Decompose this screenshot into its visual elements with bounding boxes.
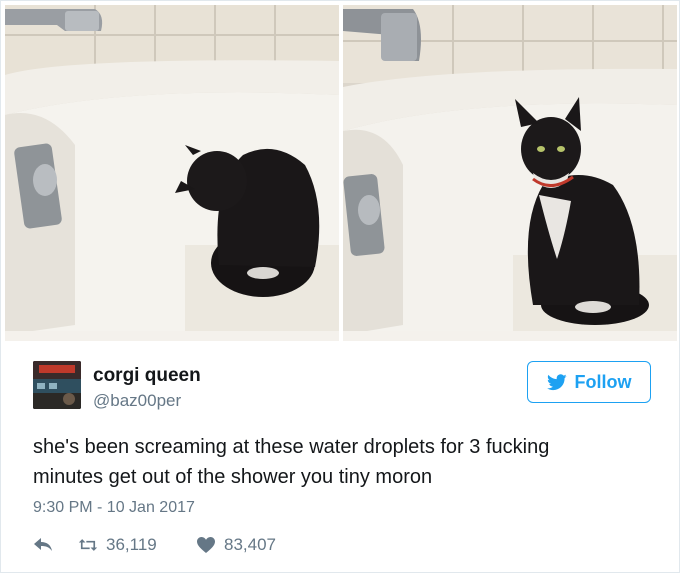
tweet-text: she's been screaming at these water drop… [33, 432, 633, 492]
reply-arrow-icon [34, 538, 52, 551]
reply-button[interactable] [33, 535, 53, 553]
tweet-media[interactable] [5, 5, 677, 341]
follow-button[interactable]: Follow [527, 361, 651, 403]
tweet-text-line: minutes get out of the shower you tiny m… [33, 466, 433, 488]
tweet-text-line: she's been screaming at these water drop… [33, 436, 550, 458]
photo-cat-looking-up[interactable] [343, 5, 677, 341]
retweet-count: 36,119 [106, 535, 157, 554]
retweet-icon [78, 539, 98, 551]
heart-icon [197, 537, 215, 553]
tweet-actions: 36,119 83,407 [33, 535, 393, 559]
user-handle[interactable]: @baz00per [93, 391, 181, 411]
tweet-timestamp[interactable]: 9:30 PM - 10 Jan 2017 [33, 499, 195, 517]
retweet-button[interactable]: 36,119 [78, 535, 157, 555]
tweet-card: corgi queen @baz00per Follow she's been … [0, 0, 680, 573]
like-button[interactable]: 83,407 [196, 535, 276, 555]
avatar[interactable] [33, 361, 81, 409]
photo-cat-looking-down[interactable] [5, 5, 339, 341]
follow-button-label: Follow [574, 371, 632, 392]
display-name[interactable]: corgi queen [93, 365, 201, 387]
twitter-bird-icon [546, 373, 567, 390]
like-count: 83,407 [224, 535, 276, 554]
